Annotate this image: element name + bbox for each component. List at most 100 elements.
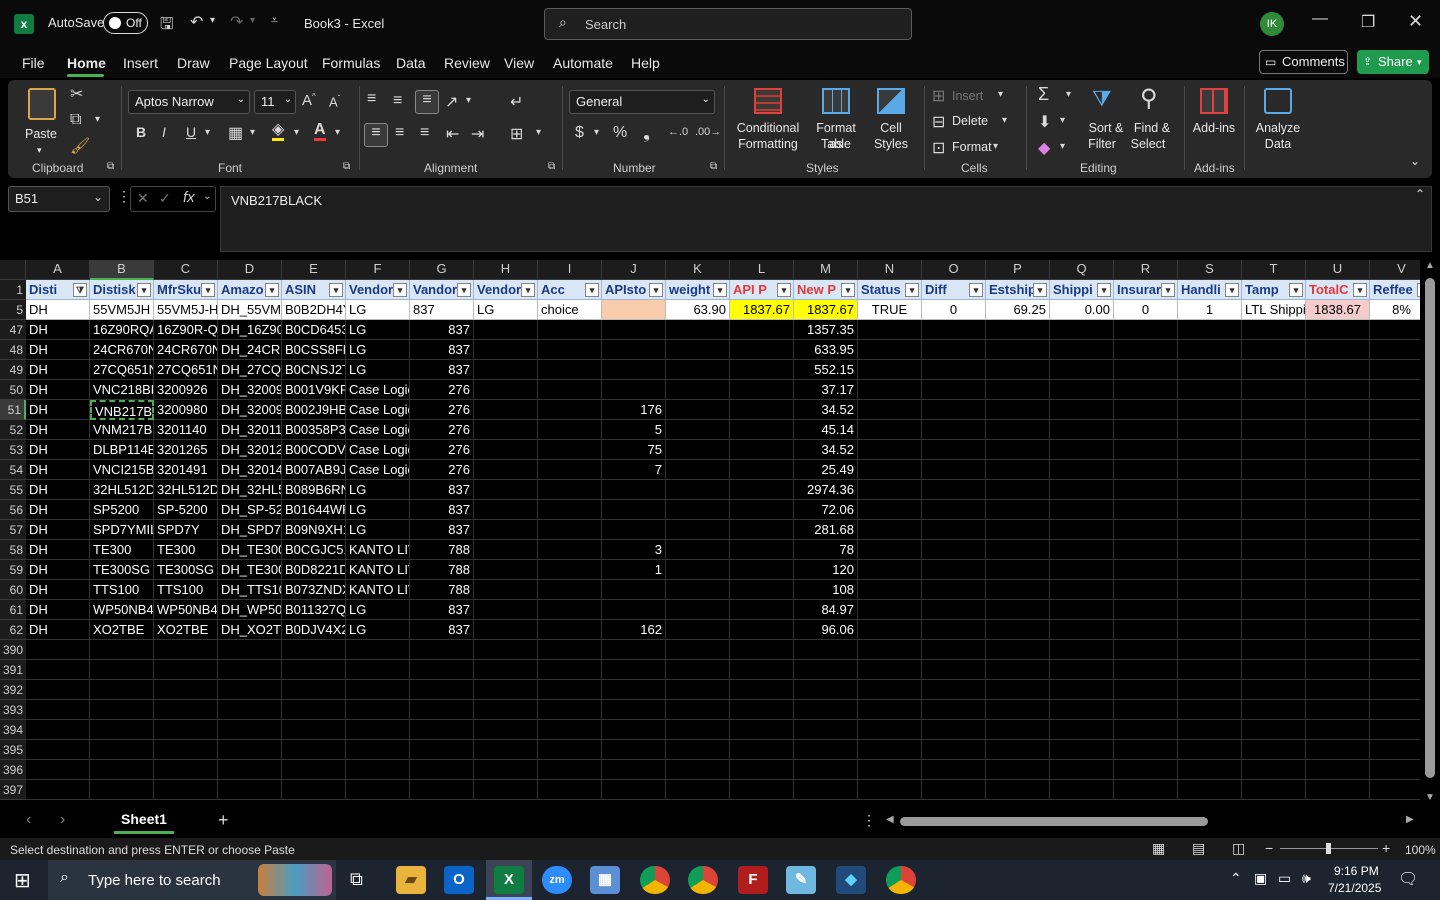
table-cell[interactable]: LG — [346, 620, 410, 640]
save-icon[interactable]: 🖫 — [160, 13, 174, 40]
table-cell[interactable] — [538, 380, 602, 400]
table-cell[interactable]: 37.17 — [794, 380, 858, 400]
decrease-indent-icon[interactable]: ⇤ — [446, 124, 459, 144]
table-cell[interactable]: LG — [346, 600, 410, 620]
table-cell[interactable] — [1370, 580, 1420, 600]
table-cell[interactable] — [1178, 700, 1242, 720]
table-cell[interactable]: DH — [26, 360, 90, 380]
table-cell[interactable] — [474, 380, 538, 400]
table-cell[interactable] — [1178, 540, 1242, 560]
table-cell[interactable]: 3200980 — [154, 400, 218, 420]
table-cell[interactable]: DH — [26, 380, 90, 400]
table-cell[interactable]: 55VM5J-H — [154, 300, 218, 320]
collapse-formula-icon[interactable]: ⌃ — [1415, 187, 1425, 201]
undo-icon[interactable]: ↶ — [190, 12, 203, 32]
table-cell[interactable] — [282, 720, 346, 740]
table-cell[interactable] — [1242, 660, 1306, 680]
table-cell[interactable] — [1050, 700, 1114, 720]
page-layout-view-icon[interactable]: ▤ — [1192, 840, 1205, 857]
table-cell[interactable]: LG — [346, 500, 410, 520]
filter-dropdown-icon[interactable]: ▾ — [1225, 283, 1239, 297]
table-cell[interactable]: WP50NB4 — [90, 600, 154, 620]
table-cell[interactable] — [1370, 540, 1420, 560]
table-cell[interactable] — [474, 760, 538, 780]
table-cell[interactable]: 16Z90RQA — [90, 320, 154, 340]
table-cell[interactable]: 276 — [410, 380, 474, 400]
column-header-k[interactable]: K — [666, 260, 730, 280]
table-cell[interactable] — [154, 660, 218, 680]
table-cell[interactable]: 633.95 — [794, 340, 858, 360]
table-header-cell[interactable]: Reffee▾ — [1370, 280, 1420, 300]
table-cell[interactable] — [602, 320, 666, 340]
table-cell[interactable]: 3201265 — [154, 440, 218, 460]
table-cell[interactable] — [346, 760, 410, 780]
table-cell[interactable]: B073ZNDX — [282, 580, 346, 600]
table-cell[interactable]: 3201491 — [154, 460, 218, 480]
table-cell[interactable]: 45.14 — [794, 420, 858, 440]
table-cell[interactable] — [858, 500, 922, 520]
table-cell[interactable] — [1370, 640, 1420, 660]
table-cell[interactable] — [26, 740, 90, 760]
table-cell[interactable] — [666, 440, 730, 460]
table-cell[interactable]: 32HL512D- — [154, 480, 218, 500]
table-cell[interactable]: 55VM5JH — [90, 300, 154, 320]
table-cell[interactable] — [1178, 600, 1242, 620]
table-cell[interactable] — [794, 660, 858, 680]
table-cell[interactable] — [1050, 460, 1114, 480]
table-cell[interactable]: 96.06 — [794, 620, 858, 640]
table-cell[interactable] — [1306, 400, 1370, 420]
table-cell[interactable] — [410, 720, 474, 740]
row-header[interactable]: 58 — [0, 540, 26, 560]
table-cell[interactable] — [410, 700, 474, 720]
clear-dropdown-icon[interactable]: ▾ — [1060, 141, 1065, 152]
table-cell[interactable]: TE300SG — [154, 560, 218, 580]
table-cell[interactable] — [858, 720, 922, 740]
table-cell[interactable]: 120 — [794, 560, 858, 580]
table-cell[interactable]: DH — [26, 580, 90, 600]
column-header-c[interactable]: C — [154, 260, 218, 280]
notepad-icon[interactable]: ✎ — [786, 866, 816, 894]
table-cell[interactable] — [1114, 400, 1178, 420]
table-cell[interactable] — [1242, 460, 1306, 480]
column-header-b[interactable]: B — [90, 260, 154, 280]
table-cell[interactable] — [1370, 340, 1420, 360]
table-cell[interactable] — [794, 780, 858, 800]
table-cell[interactable]: SPD7YMIL — [90, 520, 154, 540]
column-header-i[interactable]: I — [538, 260, 602, 280]
table-cell[interactable]: B00CODVT — [282, 440, 346, 460]
filter-dropdown-icon[interactable]: ▾ — [969, 283, 983, 297]
table-cell[interactable] — [90, 740, 154, 760]
table-cell[interactable] — [730, 320, 794, 340]
table-cell[interactable] — [1114, 520, 1178, 540]
table-cell[interactable] — [1114, 700, 1178, 720]
table-cell[interactable]: VNCI215B — [90, 460, 154, 480]
table-cell[interactable] — [922, 660, 986, 680]
table-cell[interactable] — [474, 600, 538, 620]
table-cell[interactable]: Case Logic — [346, 440, 410, 460]
table-cell[interactable] — [1242, 680, 1306, 700]
filter-dropdown-icon[interactable]: ▾ — [713, 283, 727, 297]
table-cell[interactable] — [410, 660, 474, 680]
currency-dropdown-icon[interactable]: ▾ — [594, 127, 599, 138]
row-header[interactable]: 51 — [0, 400, 26, 420]
table-cell[interactable] — [538, 740, 602, 760]
format-cells-icon[interactable]: ⊡ — [932, 138, 945, 158]
table-cell[interactable] — [1242, 700, 1306, 720]
table-cell[interactable] — [858, 700, 922, 720]
table-cell[interactable] — [1050, 720, 1114, 740]
table-cell[interactable] — [666, 500, 730, 520]
table-cell[interactable] — [666, 740, 730, 760]
table-cell[interactable] — [1178, 620, 1242, 640]
table-cell[interactable]: 276 — [410, 420, 474, 440]
table-cell[interactable]: DH — [26, 420, 90, 440]
table-cell[interactable] — [858, 360, 922, 380]
fill-color-dropdown-icon[interactable]: ▾ — [294, 127, 299, 138]
table-cell[interactable] — [538, 720, 602, 740]
table-cell[interactable]: XO2TBE — [90, 620, 154, 640]
table-cell[interactable]: DH_32012 — [218, 440, 282, 460]
filter-dropdown-icon[interactable]: ▾ — [1033, 283, 1047, 297]
tabs-options-icon[interactable]: ⋮ — [862, 812, 876, 829]
table-cell[interactable] — [986, 760, 1050, 780]
sheet-tab-sheet1[interactable]: Sheet1 — [114, 806, 174, 834]
table-cell[interactable] — [602, 360, 666, 380]
